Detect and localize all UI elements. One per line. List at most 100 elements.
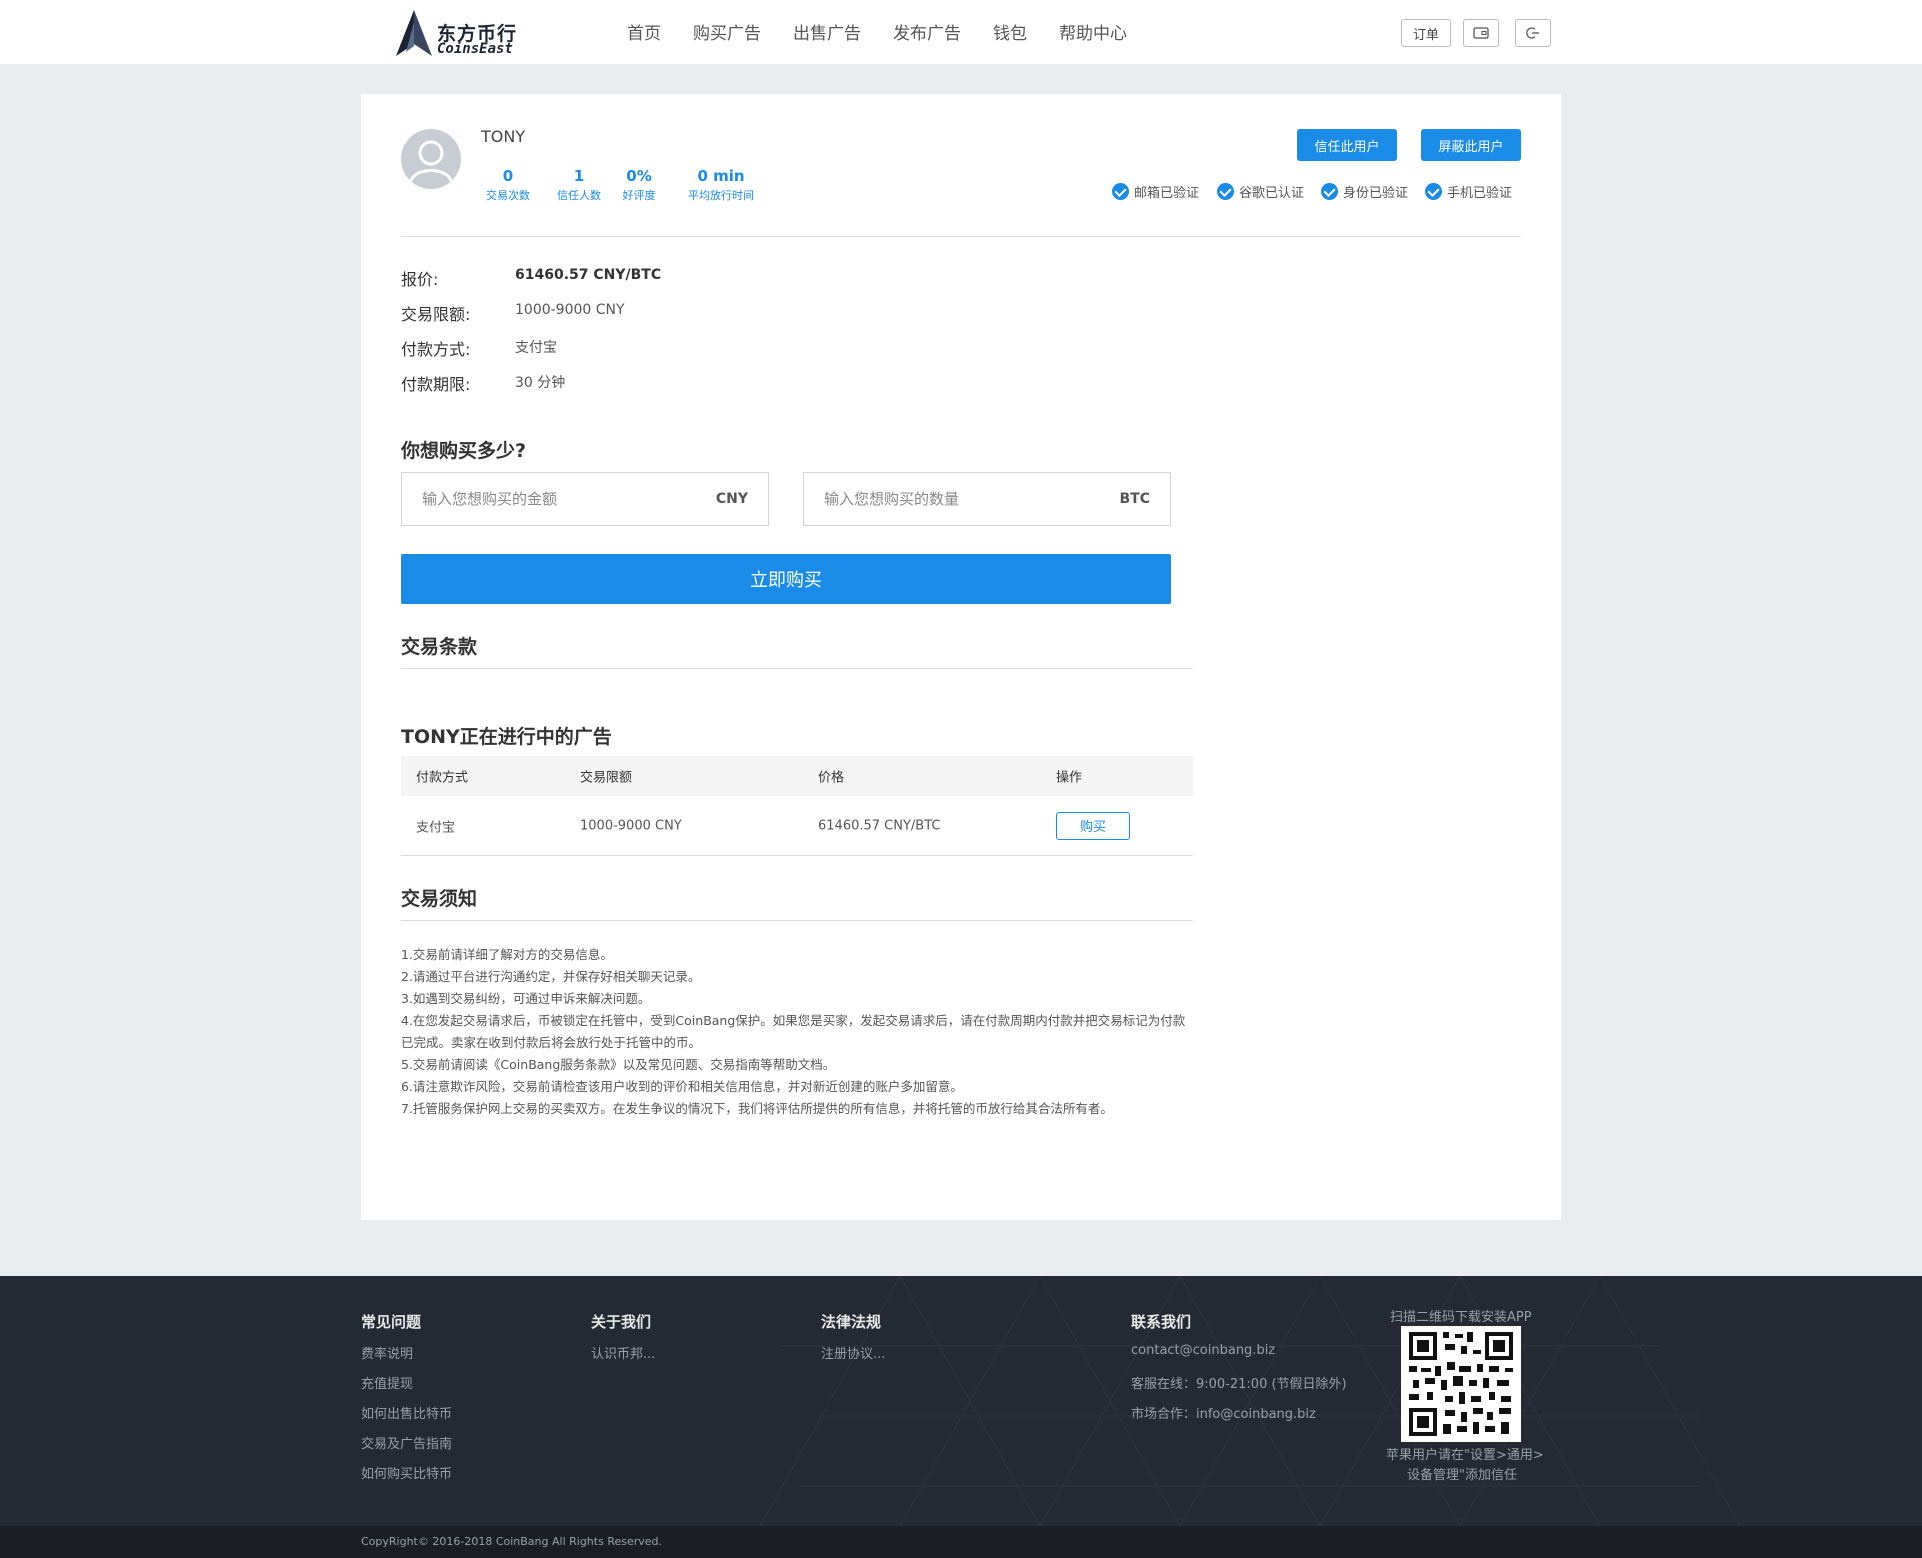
wallet-icon (1473, 27, 1489, 39)
block-user-button[interactable]: 屏蔽此用户 (1421, 129, 1521, 161)
quantity-input[interactable] (824, 490, 1120, 508)
top-header: 东方币行 CoinsEast 首页 购买广告 出售广告 发布广告 钱包 帮助中心… (0, 0, 1922, 64)
trust-user-button[interactable]: 信任此用户 (1297, 129, 1397, 161)
stat-label: 信任人数 (557, 189, 601, 202)
notice-list: 1.交易前请详细了解对方的交易信息。 2.请通过平台进行沟通约定，并保存好相关聊… (401, 944, 1191, 1120)
price-label: 报价: (401, 270, 439, 289)
active-ads-title: TONY正在进行中的广告 (401, 726, 612, 748)
username: TONY (481, 127, 526, 146)
footer-contact-title: 联系我们 (1131, 1313, 1192, 1331)
row-price: 61460.57 CNY/BTC (818, 818, 941, 833)
qr-code (1401, 1326, 1521, 1442)
period-label: 付款期限: (401, 375, 471, 394)
amount-input[interactable] (422, 490, 716, 508)
footer-contact-market: 市场合作：info@coinbang.biz (1131, 1407, 1316, 1422)
site-footer: 常见问题 费率说明 充值提现 如何出售比特币 交易及广告指南 如何购买比特币 关… (0, 1276, 1922, 1526)
stat-value: 0% (626, 167, 652, 185)
payment-value: 支付宝 (515, 340, 557, 356)
wallet-button[interactable] (1463, 19, 1499, 47)
check-circle-icon (1425, 183, 1442, 200)
footer-link-how-sell[interactable]: 如何出售比特币 (361, 1403, 452, 1422)
row-payment: 支付宝 (416, 820, 456, 835)
nav-home[interactable]: 首页 (627, 19, 661, 44)
notice-item: 1.交易前请详细了解对方的交易信息。 (401, 947, 613, 962)
google-verified-badge: 谷歌已认证 (1217, 182, 1304, 201)
footer-about-title: 关于我们 (591, 1313, 652, 1331)
verify-label: 手机已验证 (1447, 186, 1513, 201)
col-action: 操作 (1056, 770, 1083, 786)
divider (401, 236, 1521, 237)
main-nav: 首页 购买广告 出售广告 发布广告 钱包 帮助中心 (627, 19, 1159, 44)
verify-label: 谷歌已认证 (1239, 186, 1305, 201)
check-circle-icon (1321, 183, 1338, 200)
verify-label: 邮箱已验证 (1134, 186, 1200, 201)
footer-link-terms[interactable]: 注册协议... (821, 1343, 885, 1362)
trade-card: TONY 0 交易次数 1 信任人数 0% 好评度 0 min 平均放行时间 信… (361, 94, 1561, 1220)
avatar (401, 129, 461, 189)
col-payment: 付款方式 (416, 770, 469, 786)
stat-rating: 0% 好评度 (618, 167, 660, 203)
col-price: 价格 (818, 770, 845, 786)
limit-value: 1000-9000 CNY (515, 302, 625, 318)
divider (401, 668, 1193, 669)
site-logo[interactable]: 东方币行 CoinsEast (392, 8, 532, 60)
footer-link-fees[interactable]: 费率说明 (361, 1343, 413, 1362)
logout-icon (1526, 27, 1539, 39)
stat-label: 交易次数 (486, 189, 530, 202)
footer-contact-hours: 客服在线：9:00-21:00 (节假日除外) (1131, 1377, 1347, 1392)
nav-help[interactable]: 帮助中心 (1059, 19, 1127, 44)
nav-sell-ads[interactable]: 出售广告 (793, 19, 861, 44)
copyright-bar: CopyRight© 2016-2018 CoinBang All Rights… (0, 1526, 1922, 1558)
footer-pattern-icon (759, 1276, 1741, 1526)
id-verified-badge: 身份已验证 (1321, 182, 1408, 201)
stat-value: 1 (573, 167, 585, 185)
active-ads-table: 付款方式 交易限额 价格 操作 支付宝 1000-9000 CNY 61460.… (401, 756, 1193, 856)
user-icon (409, 140, 453, 182)
footer-link-how-buy[interactable]: 如何购买比特币 (361, 1463, 452, 1482)
notice-item: 4.在您发起交易请求后，币被锁定在托管中，受到CoinBang保护。如果您是买家… (401, 1013, 1186, 1050)
stat-label: 好评度 (622, 189, 656, 202)
footer-legal-title: 法律法规 (821, 1313, 882, 1331)
footer-link-deposit[interactable]: 充值提现 (361, 1373, 413, 1392)
orders-button[interactable]: 订单 (1401, 19, 1451, 47)
limit-label: 交易限额: (401, 305, 471, 324)
footer-faq-title: 常见问题 (361, 1313, 422, 1331)
row-buy-button[interactable]: 购买 (1056, 811, 1130, 840)
phone-verified-badge: 手机已验证 (1425, 182, 1512, 201)
notice-title: 交易须知 (401, 888, 478, 910)
qr-code-icon (1409, 1332, 1513, 1436)
footer-link-trade-guide[interactable]: 交易及广告指南 (361, 1433, 452, 1452)
apple-note-line1: 苹果用户请在"设置>通用> (1386, 1448, 1544, 1463)
buy-now-button[interactable]: 立即购买 (401, 554, 1171, 604)
footer-link-about[interactable]: 认识币邦... (591, 1343, 655, 1362)
nav-buy-ads[interactable]: 购买广告 (693, 19, 761, 44)
notice-item: 6.请注意欺诈风险，交易前请检查该用户收到的评价和相关信用信息，并对新近创建的账… (401, 1079, 963, 1094)
verify-label: 身份已验证 (1343, 186, 1409, 201)
notice-item: 5.交易前请阅读《CoinBang服务条款》以及常见问题、交易指南等帮助文档。 (401, 1057, 836, 1072)
copyright-text: CopyRight© 2016-2018 CoinBang All Rights… (361, 1535, 663, 1548)
logout-button[interactable] (1515, 19, 1551, 47)
amount-unit: CNY (715, 491, 748, 507)
stat-value: 0 (502, 167, 514, 185)
period-value: 30 分钟 (515, 375, 566, 391)
apple-note-line2: 设备管理"添加信任 (1407, 1468, 1517, 1483)
email-verified-badge: 邮箱已验证 (1112, 182, 1199, 201)
price-value: 61460.57 CNY/BTC (515, 267, 662, 283)
stat-trusted-by: 1 信任人数 (551, 167, 607, 203)
nav-post-ad[interactable]: 发布广告 (893, 19, 961, 44)
col-limit: 交易限额 (580, 770, 633, 786)
check-circle-icon (1217, 183, 1234, 200)
quantity-unit: BTC (1119, 491, 1151, 507)
amount-field: CNY (401, 472, 769, 526)
row-limit: 1000-9000 CNY (580, 818, 682, 833)
notice-item: 3.如遇到交易纠纷，可通过申诉来解决问题。 (401, 991, 651, 1006)
stat-release-time: 0 min 平均放行时间 (683, 167, 759, 203)
footer-contact-email[interactable]: contact@coinbang.biz (1131, 1343, 1275, 1358)
table-header: 付款方式 交易限额 价格 操作 (401, 756, 1193, 796)
stat-trades: 0 交易次数 (481, 167, 535, 203)
notice-item: 2.请通过平台进行沟通约定，并保存好相关聊天记录。 (401, 969, 701, 984)
notice-item: 7.托管服务保护网上交易的买卖双方。在发生争议的情况下，我们将评估所提供的所有信… (401, 1101, 1113, 1116)
table-row: 支付宝 1000-9000 CNY 61460.57 CNY/BTC 购买 (401, 796, 1193, 856)
quantity-field: BTC (803, 472, 1171, 526)
nav-wallet[interactable]: 钱包 (993, 19, 1027, 44)
